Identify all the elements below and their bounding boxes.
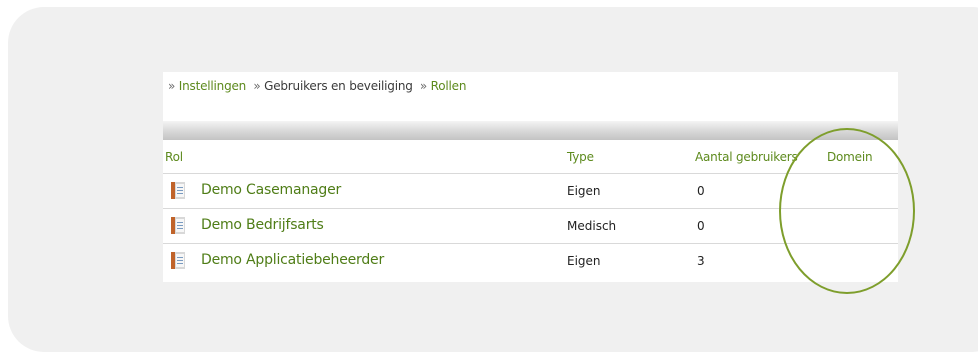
breadcrumb: » Instellingen » Gebruikers en beveiligi… <box>168 79 466 93</box>
role-name-link[interactable]: Demo Bedrijfsarts <box>201 217 324 233</box>
table-header: Rol Type Aantal gebruikers Domein <box>163 140 898 174</box>
roles-table: Rol Type Aantal gebruikers Domein Demo C… <box>163 140 898 278</box>
column-header-domein[interactable]: Domein <box>827 150 873 164</box>
breadcrumb-rollen-current: Rollen <box>430 79 467 93</box>
role-book-icon <box>171 217 185 234</box>
table-row[interactable]: Demo Applicatiebeheerder Eigen 3 <box>163 244 898 278</box>
toolbar-bar <box>163 121 898 140</box>
role-book-icon <box>171 182 185 199</box>
breadcrumb-separator: » <box>253 79 261 93</box>
column-header-rol[interactable]: Rol <box>165 150 183 164</box>
breadcrumb-gebruikers-link[interactable]: Gebruikers en beveiliging <box>264 79 413 93</box>
breadcrumb-separator: » <box>168 79 176 93</box>
role-book-icon <box>171 252 185 269</box>
column-header-aantal-gebruikers[interactable]: Aantal gebruikers <box>695 150 798 164</box>
role-user-count: 0 <box>697 184 705 198</box>
role-name-link[interactable]: Demo Applicatiebeheerder <box>201 252 384 268</box>
role-type: Eigen <box>567 254 601 268</box>
column-header-type[interactable]: Type <box>567 150 594 164</box>
table-row[interactable]: Demo Casemanager Eigen 0 <box>163 174 898 209</box>
table-row[interactable]: Demo Bedrijfsarts Medisch 0 <box>163 209 898 244</box>
breadcrumb-separator: » <box>419 79 428 93</box>
role-user-count: 3 <box>697 254 705 268</box>
role-name-link[interactable]: Demo Casemanager <box>201 182 341 198</box>
role-type: Medisch <box>567 219 617 233</box>
role-type: Eigen <box>567 184 601 198</box>
role-user-count: 0 <box>697 219 705 233</box>
breadcrumb-instellingen-link[interactable]: Instellingen <box>179 79 247 93</box>
